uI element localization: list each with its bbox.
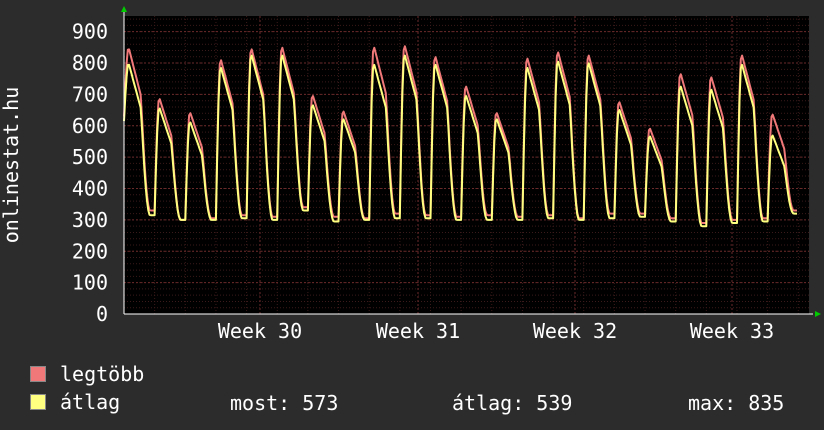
x-tick-label: Week 30 <box>218 319 302 343</box>
y-tick-label: 700 <box>72 82 108 106</box>
x-tick-label: Week 32 <box>533 319 617 343</box>
legtobb-swatch <box>30 366 46 382</box>
y-tick-label: 600 <box>72 114 108 138</box>
x-tick-label: Week 33 <box>690 319 774 343</box>
y-tick-label: 400 <box>72 177 108 201</box>
legtobb-label: legtöbb <box>60 362 145 386</box>
y-tick-label: 500 <box>72 145 108 169</box>
atlag-label: átlag <box>60 390 121 414</box>
y-tick-label: 0 <box>96 302 108 326</box>
y-axis-arrow <box>121 6 127 12</box>
atlag-swatch <box>30 394 46 410</box>
y-tick-label: 900 <box>72 20 108 44</box>
stat-max: max: 835 <box>688 391 785 415</box>
stat-average: átlag: 539 <box>452 391 573 415</box>
legend-item-atlag: átlag <box>30 390 120 414</box>
y-tick-label: 800 <box>72 51 108 75</box>
y-tick-label: 100 <box>72 271 108 295</box>
y-tick-label: 300 <box>72 208 108 232</box>
stat-now: most: 573 <box>230 391 339 415</box>
plot-area <box>124 16 809 314</box>
legend-item-legtobb: legtöbb <box>30 362 144 386</box>
x-axis-arrow <box>815 311 821 317</box>
y-axis-label: onlinestat.hu <box>0 87 23 244</box>
x-tick-label: Week 31 <box>376 319 460 343</box>
chart-canvas: 0 100 200 300 400 500 600 700 800 900 Week 30 Week … <box>0 6 821 343</box>
y-tick-label: 200 <box>72 239 108 263</box>
